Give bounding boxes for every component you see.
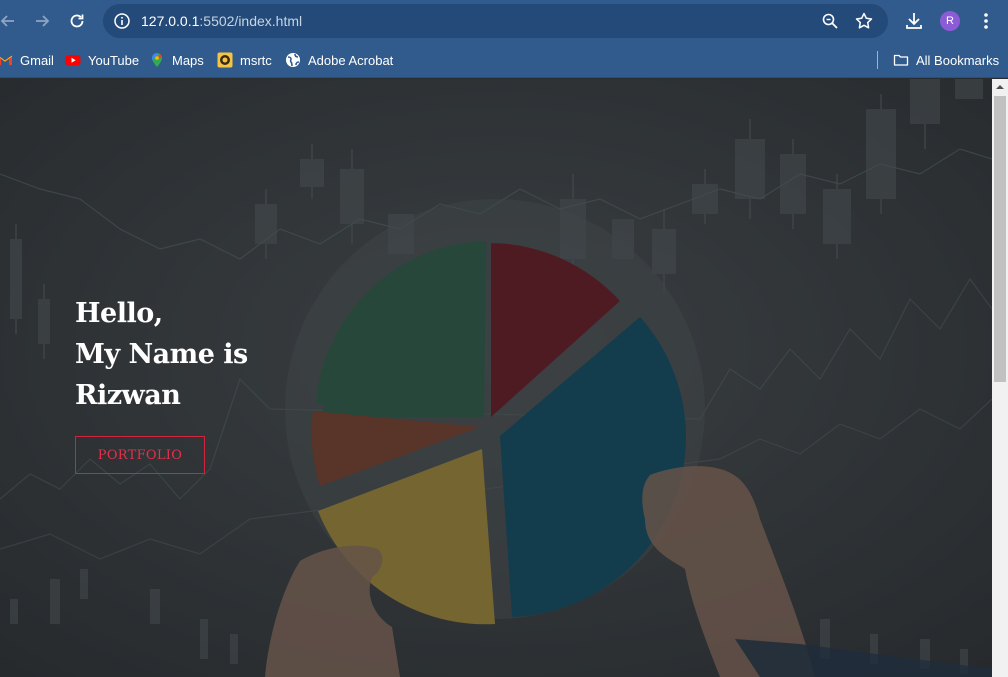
globe-icon (286, 53, 300, 67)
bookmark-gmail[interactable]: Gmail (0, 50, 54, 70)
bookmark-label: Adobe Acrobat (308, 52, 394, 68)
scroll-up-arrow-icon[interactable] (996, 83, 1004, 91)
bookmark-youtube[interactable]: YouTube (65, 50, 139, 70)
forward-button[interactable] (28, 7, 56, 35)
info-icon[interactable] (113, 12, 131, 30)
hero-name-intro: My Name is (75, 339, 248, 370)
bookmark-label: YouTube (88, 52, 140, 68)
hero-heading: Hello, My Name is Rizwan (75, 293, 248, 416)
msrtc-icon (217, 52, 233, 68)
back-button[interactable] (0, 7, 22, 35)
hero-name: Rizwan (75, 380, 181, 411)
arrow-left-icon (0, 15, 14, 27)
download-icon[interactable] (903, 10, 925, 32)
url-text[interactable]: 127.0.0.1:5502/index.html (141, 12, 302, 30)
all-bookmarks-button[interactable]: All Bookmarks (893, 50, 999, 70)
bookmarks-divider (877, 51, 878, 69)
bookmark-msrtc[interactable]: msrtc (217, 50, 272, 70)
reload-button[interactable] (63, 7, 91, 35)
bookmarks-bar: Gmail YouTube Maps msrtc Adobe Acrobat A… (0, 42, 1008, 78)
browser-toolbar: 127.0.0.1:5502/index.html R (0, 0, 1008, 42)
maps-icon (152, 53, 162, 67)
bookmark-maps[interactable]: Maps (149, 50, 204, 70)
bookmark-star-icon[interactable] (854, 11, 874, 31)
page-scrollbar[interactable] (992, 79, 1008, 677)
bookmark-label: msrtc (240, 52, 272, 68)
folder-icon (893, 54, 909, 66)
scrollbar-thumb[interactable] (994, 96, 1006, 382)
bookmark-adobe-acrobat[interactable]: Adobe Acrobat (285, 50, 393, 70)
profile-avatar[interactable]: R (940, 11, 960, 31)
bookmark-label: Gmail (20, 52, 54, 68)
youtube-icon (65, 55, 81, 66)
arrow-right-icon (36, 15, 50, 27)
kebab-menu-icon[interactable] (978, 10, 994, 32)
hero-greeting: Hello, (75, 298, 163, 329)
page-viewport: Hello, My Name is Rizwan PORTFOLIO (0, 79, 992, 677)
portfolio-button[interactable]: PORTFOLIO (75, 436, 205, 474)
reload-icon (70, 14, 84, 28)
zoom-icon[interactable] (821, 12, 839, 30)
all-bookmarks-label: All Bookmarks (916, 52, 1000, 68)
address-bar[interactable]: 127.0.0.1:5502/index.html (103, 4, 888, 38)
gmail-icon (0, 55, 13, 65)
bookmark-label: Maps (172, 52, 204, 68)
